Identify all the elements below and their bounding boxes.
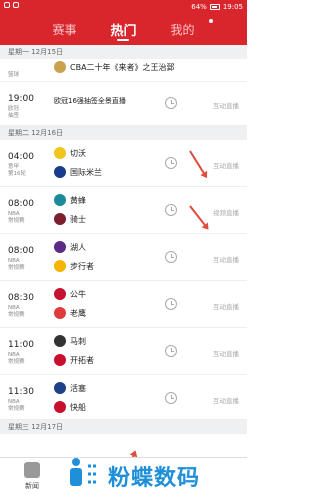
top-tab-bar: 赛事 热门 我的 (0, 13, 247, 45)
alarm-clock-icon[interactable] (165, 97, 177, 109)
league-label: 篮球 (8, 72, 20, 78)
match-time: 19:00 (8, 94, 34, 104)
team-logo-icon (54, 166, 66, 178)
team-logo-icon (54, 213, 66, 225)
watermark-logo-icon (70, 458, 98, 486)
alarm-clock-icon[interactable] (165, 204, 177, 216)
alarm-clock-icon[interactable] (165, 298, 177, 310)
list-item[interactable]: 08:30 NBA 常规赛 公牛 老鹰 互动直播 (0, 281, 247, 328)
live-link[interactable]: 互动直播 (213, 395, 239, 405)
team-away: 国际米兰 (54, 166, 102, 178)
live-link[interactable]: 视频直播 (213, 207, 239, 217)
team-logo-icon (54, 307, 66, 319)
match-time: 11:00 (8, 340, 34, 350)
unread-dot (209, 19, 213, 23)
team-home: CBA二十年《来者》之王治郅 (54, 61, 175, 73)
notification-icon (13, 2, 19, 8)
team-home: 黄蜂 (54, 194, 86, 206)
alarm-clock-icon[interactable] (165, 157, 177, 169)
team-away: 老鹰 (54, 307, 86, 319)
watermark-text: 粉蝶数码 (108, 466, 201, 491)
team-logo-icon (54, 241, 66, 253)
team-logo-icon (54, 354, 66, 366)
team-logo-icon (54, 61, 66, 73)
league-label: 意甲 第16轮 (8, 164, 26, 177)
notification-icon (4, 2, 10, 8)
match-time: 04:00 (8, 152, 34, 162)
live-link[interactable]: 互动直播 (213, 348, 239, 358)
live-link[interactable]: 互动直播 (213, 254, 239, 264)
team-logo-icon (54, 147, 66, 159)
team-home: 公牛 (54, 288, 86, 300)
team-logo-icon (54, 260, 66, 272)
alarm-clock-icon[interactable] (165, 392, 177, 404)
status-bar: 64% 19:05 (0, 0, 247, 13)
battery-level: 64% (191, 2, 207, 11)
alarm-clock-icon[interactable] (165, 345, 177, 357)
league-label: NBA 常规赛 (8, 258, 25, 271)
team-away: 快船 (54, 401, 86, 413)
event-title: 欧冠16强抽签全景直播 (54, 97, 126, 105)
alarm-clock-icon[interactable] (165, 251, 177, 263)
list-item[interactable]: 11:00 NBA 常规赛 马刺 开拓者 互动直播 (0, 328, 247, 375)
match-time: 08:00 (8, 199, 34, 209)
team-home: 切沃 (54, 147, 86, 159)
nav-news-label: 新闻 (25, 482, 39, 490)
team-away: 开拓者 (54, 354, 94, 366)
live-link[interactable]: 互动直播 (213, 100, 239, 110)
clock: 19:05 (222, 2, 243, 11)
tab-events[interactable]: 赛事 (48, 13, 80, 45)
tab-mine[interactable]: 我的 (167, 13, 199, 45)
league-label: NBA 常规赛 (8, 352, 25, 365)
team-home: 活塞 (54, 382, 86, 394)
league-label: NBA 常规赛 (8, 399, 25, 412)
list-item[interactable]: 19:00 欧冠 抽签 欧冠16强抽签全景直播 互动直播 (0, 82, 247, 126)
league-label: NBA 常规赛 (8, 305, 25, 318)
team-logo-icon (54, 194, 66, 206)
match-time: 08:30 (8, 293, 34, 303)
nav-news[interactable]: 新闻 (14, 462, 50, 491)
team-logo-icon (54, 335, 66, 347)
team-home: 马刺 (54, 335, 86, 347)
watermark: 粉蝶数码 (64, 448, 244, 496)
team-logo-icon (54, 401, 66, 413)
date-header: 星期一 12月15日 (0, 45, 247, 59)
list-item[interactable]: 篮球 CBA二十年《来者》之王治郅 (0, 59, 247, 82)
match-time: 08:00 (8, 246, 34, 256)
list-item[interactable]: 04:00 意甲 第16轮 切沃 国际米兰 互动直播 (0, 140, 247, 187)
team-away: 骑士 (54, 213, 86, 225)
team-logo-icon (54, 288, 66, 300)
league-label: NBA 常规赛 (8, 211, 25, 224)
match-time: 11:30 (8, 387, 34, 397)
schedule-list[interactable]: 星期一 12月15日 篮球 CBA二十年《来者》之王治郅 19:00 欧冠 抽签… (0, 45, 247, 457)
live-link[interactable]: 互动直播 (213, 301, 239, 311)
news-icon (24, 462, 40, 478)
list-item[interactable]: 08:00 NBA 常规赛 湖人 步行者 互动直播 (0, 234, 247, 281)
date-header: 星期二 12月16日 (0, 126, 247, 140)
live-link[interactable]: 互动直播 (213, 160, 239, 170)
battery-icon (209, 3, 220, 10)
list-item[interactable]: 11:30 NBA 常规赛 活塞 快船 互动直播 (0, 375, 247, 420)
date-header: 星期三 12月17日 (0, 420, 247, 434)
tab-hot[interactable]: 热门 (106, 13, 140, 45)
league-label: 欧冠 抽签 (8, 106, 20, 119)
team-away: 步行者 (54, 260, 94, 272)
team-logo-icon (54, 382, 66, 394)
team-home: 湖人 (54, 241, 86, 253)
